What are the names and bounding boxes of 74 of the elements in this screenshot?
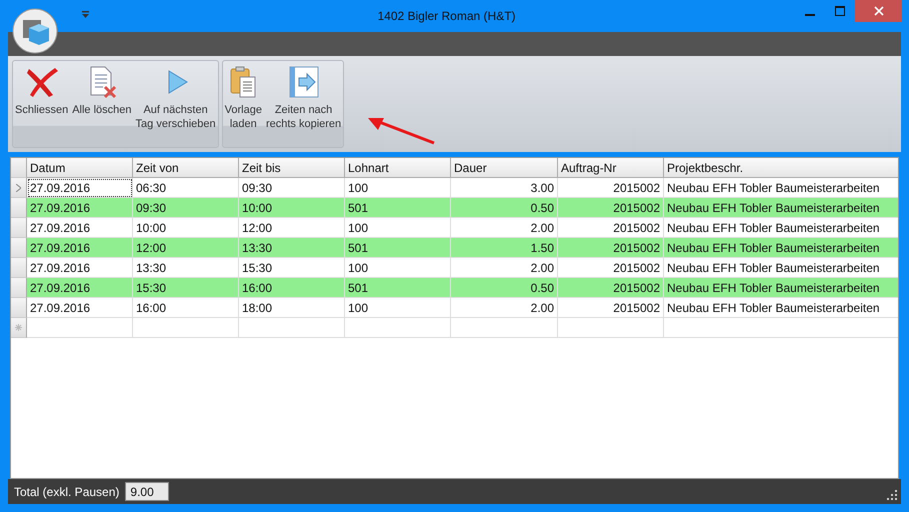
quick-access-dropdown-icon[interactable] [82,11,89,18]
table-cell: 13:30 [239,238,345,258]
ribbon-button[interactable]: Vorlage laden [222,63,264,133]
header-corner[interactable] [11,158,27,178]
table-cell: 10:00 [239,198,345,218]
table-cell: 27.09.2016 [27,298,133,318]
current-row-icon [16,184,21,192]
ribbon-button[interactable]: Schliessen [13,63,70,133]
close-button[interactable] [855,0,902,22]
table-cell: 2015002 [558,238,664,258]
row-header[interactable] [11,298,27,318]
table-cell: 16:00 [239,278,345,298]
minimize-icon [805,14,815,16]
resize-grip-icon[interactable] [887,490,897,500]
ribbon-button[interactable]: Auf nächsten Tag verschieben [134,63,218,133]
table-cell: 501 [345,198,451,218]
column-header[interactable]: Lohnart [345,158,451,178]
column-header[interactable]: Projektbeschr. [664,158,898,178]
row-header[interactable] [11,238,27,258]
table-cell: 2015002 [558,278,664,298]
table-cell: 27.09.2016 [27,198,133,218]
row-header[interactable] [11,218,27,238]
table-cell: Neubau EFH Tobler Baumeisterarbeiten [664,238,898,258]
table-cell: 2015002 [558,198,664,218]
row-header[interactable] [11,198,27,218]
row-header[interactable] [11,178,27,198]
table-row[interactable]: 27.09.2016 09:30 10:00 501 0.50 2015002 Neubau EFH Tobler Baumeisterarbeiten [11,198,898,218]
table-cell: 2.00 [451,298,558,318]
table-cell: 15:30 [133,278,239,298]
empty-cell[interactable] [451,318,558,338]
table-cell: 09:30 [133,198,239,218]
empty-cell[interactable] [558,318,664,338]
row-header[interactable] [11,258,27,278]
table-cell: 27.09.2016 [27,178,133,198]
table-cell: 27.09.2016 [27,278,133,298]
column-header[interactable]: Zeit von [133,158,239,178]
column-header[interactable]: Dauer [451,158,558,178]
table-cell: Neubau EFH Tobler Baumeisterarbeiten [664,278,898,298]
table-cell: 0.50 [451,278,558,298]
close-icon [874,6,884,16]
window-title: 1402 Bigler Roman (H&T) [376,9,516,23]
arrow-annotation [366,116,436,146]
close-icon [24,65,59,99]
total-label: Total (exkl. Pausen) [14,484,120,498]
table-cell: 2015002 [558,298,664,318]
empty-cell[interactable] [239,318,345,338]
table-cell: 12:00 [133,238,239,258]
table-cell: Neubau EFH Tobler Baumeisterarbeiten [664,298,898,318]
column-header[interactable]: Auftrag-Nr [558,158,664,178]
empty-cell[interactable] [345,318,451,338]
row-header[interactable] [11,318,27,338]
table-row[interactable]: 27.09.2016 15:30 16:00 501 0.50 2015002 Neubau EFH Tobler Baumeisterarbeiten [11,278,898,298]
table-cell: 100 [345,298,451,318]
copy-right-icon [286,65,321,99]
table-cell: 18:00 [239,298,345,318]
table-cell: 27.09.2016 [27,238,133,258]
table-cell: 501 [345,278,451,298]
ribbon-button[interactable]: Alle löschen [70,63,134,133]
column-header[interactable]: Zeit bis [239,158,345,178]
empty-cell[interactable] [133,318,239,338]
row-header[interactable] [11,278,27,298]
new-row[interactable] [11,318,898,338]
new-row-icon [15,324,22,331]
column-header[interactable]: Datum [27,158,133,178]
table-cell: Neubau EFH Tobler Baumeisterarbeiten [664,198,898,218]
ribbon-button[interactable]: Zeiten nach rechts kopieren [264,63,344,133]
maximize-icon [835,6,845,16]
table-cell: 501 [345,238,451,258]
table-cell: 16:00 [133,298,239,318]
table-cell: 0.50 [451,198,558,218]
table-row[interactable]: 27.09.2016 16:00 18:00 100 2.00 2015002 Neubau EFH Tobler Baumeisterarbeiten [11,298,898,318]
table-cell: 1.50 [451,238,558,258]
total-field: 9.00 [125,482,170,501]
table-row[interactable]: 27.09.2016 12:00 13:30 501 1.50 2015002 Neubau EFH Tobler Baumeisterarbeiten [11,238,898,258]
